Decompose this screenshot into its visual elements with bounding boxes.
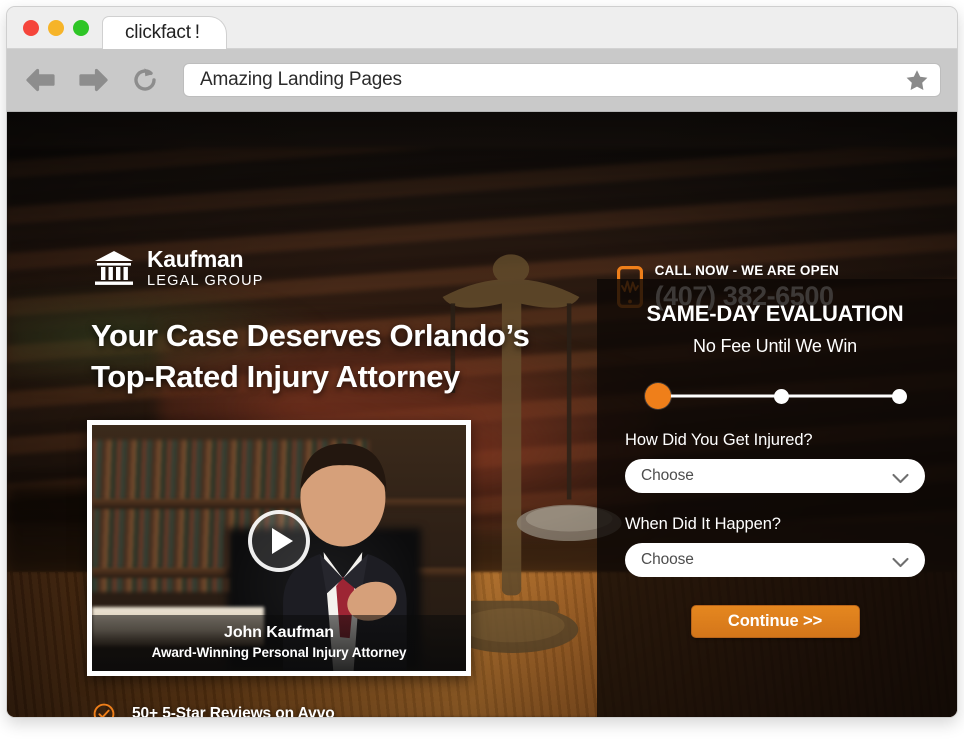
site-logo[interactable]: Kaufman LEGAL GROUP: [93, 248, 264, 289]
video-caption: John Kaufman Award-Winning Personal Inju…: [92, 615, 466, 671]
page-headline: Your Case Deserves Orlando’s Top-Rated I…: [91, 316, 530, 398]
field-label-injury: How Did You Get Injured?: [625, 431, 813, 449]
attorney-name: John Kaufman: [224, 624, 334, 641]
browser-window: clickfact ! Amazing Landing Pages Kaufma…: [6, 6, 958, 718]
play-button[interactable]: [248, 509, 310, 572]
headline-line-1: Your Case Deserves Orlando’s: [91, 318, 530, 353]
browser-titlebar: clickfact !: [7, 7, 957, 49]
logo-text: Kaufman LEGAL GROUP: [147, 248, 264, 289]
chevron-down-icon: [892, 555, 909, 567]
minimize-window-button[interactable]: [48, 20, 64, 36]
lead-form-panel: SAME-DAY EVALUATION No Fee Until We Win …: [597, 279, 957, 717]
step-dot-3[interactable]: [892, 388, 907, 404]
field-label-when: When Did It Happen?: [625, 515, 781, 533]
browser-tab-label: clickfact: [125, 22, 191, 43]
chevron-down-icon: [892, 471, 909, 483]
logo-name: Kaufman: [147, 246, 244, 272]
continue-button[interactable]: Continue >>: [690, 605, 860, 638]
address-bar-text[interactable]: Amazing Landing Pages: [200, 69, 904, 91]
form-step-indicator: [645, 381, 907, 411]
select-injury-type[interactable]: Choose: [625, 459, 925, 493]
forward-button[interactable]: [75, 62, 111, 98]
select-when-happened[interactable]: Choose: [625, 543, 925, 577]
reload-button[interactable]: [127, 62, 163, 98]
step-dot-2[interactable]: [774, 388, 789, 404]
arrow-left-icon: [24, 67, 58, 93]
select-when-value: Choose: [641, 551, 694, 568]
video-thumbnail-card[interactable]: John Kaufman Award-Winning Personal Inju…: [87, 420, 471, 676]
field-group-when: When Did It Happen? Choose: [625, 515, 925, 577]
window-controls: [23, 20, 89, 36]
step-dot-1[interactable]: [645, 383, 671, 409]
attorney-role: Award-Winning Personal Injury Attorney: [151, 645, 407, 660]
benefit-text: 50+ 5-Star Reviews on Avvo: [132, 704, 335, 718]
logo-subtitle: LEGAL GROUP: [147, 273, 264, 289]
address-bar[interactable]: Amazing Landing Pages: [183, 63, 941, 97]
form-subtitle: No Fee Until We Win: [693, 336, 857, 356]
browser-toolbar: Amazing Landing Pages: [7, 49, 957, 112]
form-title: SAME-DAY EVALUATION: [646, 301, 904, 326]
close-window-button[interactable]: [23, 20, 39, 36]
back-button[interactable]: [23, 62, 59, 98]
reload-icon: [130, 65, 160, 95]
play-triangle-icon: [271, 527, 293, 554]
headline-line-2: Top-Rated Injury Attorney: [91, 358, 460, 394]
bookmark-star-icon[interactable]: [904, 67, 930, 93]
arrow-right-icon: [76, 67, 110, 93]
select-injury-value: Choose: [641, 467, 694, 484]
page-viewport: Kaufman LEGAL GROUP CALL NOW - WE ARE OP…: [7, 112, 957, 717]
circle-check-icon: [93, 703, 115, 717]
browser-tab[interactable]: clickfact !: [102, 16, 227, 49]
benefits-list: 50+ 5-Star Reviews on Avvo Over $200,000…: [93, 696, 497, 717]
field-group-injury: How Did You Get Injured? Choose: [625, 431, 925, 493]
courthouse-icon: [93, 249, 135, 287]
list-item: 50+ 5-Star Reviews on Avvo: [93, 696, 497, 717]
call-now-label: CALL NOW - WE ARE OPEN: [654, 263, 839, 278]
maximize-window-button[interactable]: [73, 20, 89, 36]
browser-tab-bang: !: [194, 22, 200, 43]
